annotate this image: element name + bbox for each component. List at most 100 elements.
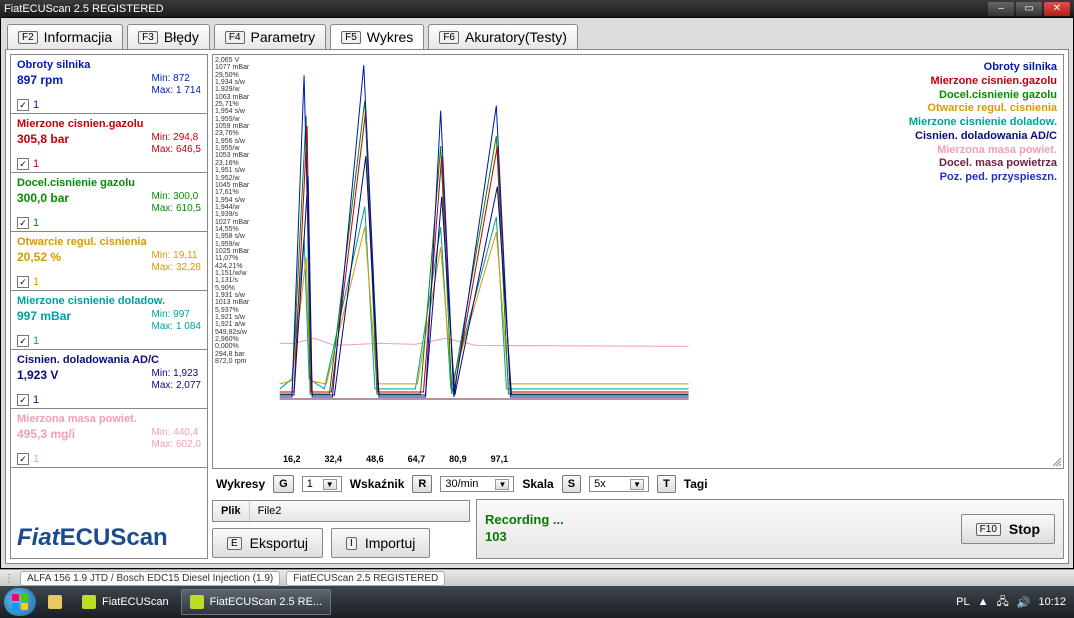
param-block[interactable]: Mierzona masa powiet. 495,3 mg/i Min: 44… xyxy=(11,409,207,468)
param-minmax: Min: 300,0Max: 610,5 xyxy=(152,191,201,215)
import-button[interactable]: IImportuj xyxy=(331,528,430,558)
param-checkbox[interactable]: ✓ xyxy=(17,394,29,406)
t-button[interactable]: T xyxy=(657,475,676,493)
param-minmax: Min: 872Max: 1 714 xyxy=(152,73,201,97)
param-index: 1 xyxy=(33,394,39,406)
param-index: 1 xyxy=(33,158,39,170)
system-tray: PL ▲ 🖧 🔊 10:12 xyxy=(956,593,1070,612)
tab-akuratory[interactable]: F6Akuratory(Testy) xyxy=(428,24,578,49)
recording-box: Recording ... 103 F10Stop xyxy=(476,499,1064,559)
status-menu-icon[interactable]: ⋮ xyxy=(4,573,14,584)
param-minmax: Min: 19,11Max: 32,28 xyxy=(152,250,201,274)
param-minmax: Min: 1,923Max: 2,077 xyxy=(152,368,201,392)
status-app[interactable]: FiatECUScan 2.5 REGISTERED xyxy=(286,571,445,586)
tray-volume-icon[interactable]: 🔊 xyxy=(1017,596,1031,609)
param-block[interactable]: Mierzone cisnienie doladow. 997 mBar Min… xyxy=(11,291,207,350)
param-block[interactable]: Mierzone cisnien.gazolu 305,8 bar Min: 2… xyxy=(11,114,207,173)
param-name: Mierzona masa powiet. xyxy=(17,413,201,425)
param-index: 1 xyxy=(33,453,39,465)
legend-item: Docel. masa powietrza xyxy=(909,157,1057,171)
tab-parametry[interactable]: F4Parametry xyxy=(214,24,326,49)
resize-handle-icon[interactable] xyxy=(1051,456,1063,468)
g-select[interactable]: 1▼ xyxy=(302,476,342,492)
status-vehicle[interactable]: ALFA 156 1.9 JTD / Bosch EDC15 Diesel In… xyxy=(20,571,280,586)
folder-icon xyxy=(48,595,62,609)
file-value[interactable]: File2 xyxy=(250,501,469,521)
recording-status: Recording ... 103 xyxy=(485,512,564,546)
g-button[interactable]: G xyxy=(273,475,294,493)
taskbar: FiatECUScan FiatECUScan 2.5 RE... PL ▲ 🖧… xyxy=(0,586,1074,618)
app-icon xyxy=(82,595,96,609)
close-button[interactable]: ✕ xyxy=(1044,2,1070,16)
status-bar: ⋮ ALFA 156 1.9 JTD / Bosch EDC15 Diesel … xyxy=(0,569,1074,586)
r-button[interactable]: R xyxy=(412,475,432,493)
param-index: 1 xyxy=(33,217,39,229)
app-frame: F2Informacjia F3Błędy F4Parametry F5Wykr… xyxy=(0,17,1074,569)
param-block[interactable]: Docel.cisnienie gazolu 300,0 bar Min: 30… xyxy=(11,173,207,232)
param-index: 1 xyxy=(33,99,39,111)
chevron-down-icon: ▼ xyxy=(630,479,644,490)
legend-item: Poz. ped. przyspieszn. xyxy=(909,171,1057,185)
wskaznik-label: Wskaźnik xyxy=(350,477,405,491)
param-checkbox[interactable]: ✓ xyxy=(17,335,29,347)
param-value: 20,52 % xyxy=(17,250,61,264)
param-checkbox[interactable]: ✓ xyxy=(17,453,29,465)
tray-lang[interactable]: PL xyxy=(956,596,969,608)
param-block[interactable]: Obroty silnika 897 rpm Min: 872Max: 1 71… xyxy=(11,55,207,114)
tab-informacjia[interactable]: F2Informacjia xyxy=(7,24,123,49)
param-name: Otwarcie regul. cisnienia xyxy=(17,236,201,248)
chevron-down-icon: ▼ xyxy=(323,479,337,490)
param-value: 305,8 bar xyxy=(17,132,69,146)
maximize-button[interactable]: ▭ xyxy=(1016,2,1042,16)
export-button[interactable]: EEksportuj xyxy=(212,528,323,558)
param-block[interactable]: Cisnien. doladowania AD/C 1,923 V Min: 1… xyxy=(11,350,207,409)
taskbar-app1[interactable]: FiatECUScan xyxy=(74,589,177,615)
param-minmax: Min: 294,8Max: 646,5 xyxy=(152,132,201,156)
param-name: Obroty silnika xyxy=(17,59,201,71)
window-title: FiatECUScan 2.5 REGISTERED xyxy=(4,3,164,15)
tab-wykres[interactable]: F5Wykres xyxy=(330,24,424,49)
legend-item: Otwarcie regul. cisnienia xyxy=(909,102,1057,116)
parameters-sidebar[interactable]: Obroty silnika 897 rpm Min: 872Max: 1 71… xyxy=(10,54,208,559)
file-label: Plik xyxy=(213,501,250,521)
app-icon xyxy=(190,595,204,609)
param-value: 997 mBar xyxy=(17,309,71,323)
s-button[interactable]: S xyxy=(562,475,581,493)
param-minmax: Min: 440,4Max: 602,0 xyxy=(152,427,201,451)
legend-item: Mierzone cisnienie doladow. xyxy=(909,116,1057,130)
param-value: 897 rpm xyxy=(17,73,63,87)
param-checkbox[interactable]: ✓ xyxy=(17,158,29,170)
stop-button[interactable]: F10Stop xyxy=(961,514,1055,544)
chart-area[interactable]: 2,065 V1077 mBar29,50%1,934 s/w1,929/w10… xyxy=(212,54,1064,469)
skala-label: Skala xyxy=(522,477,553,491)
tab-bar: F2Informacjia F3Błędy F4Parametry F5Wykr… xyxy=(5,22,1069,49)
param-name: Docel.cisnienie gazolu xyxy=(17,177,201,189)
chevron-down-icon: ▼ xyxy=(495,479,509,490)
start-button[interactable] xyxy=(4,588,36,616)
param-checkbox[interactable]: ✓ xyxy=(17,276,29,288)
tray-clock[interactable]: 10:12 xyxy=(1038,596,1066,608)
param-name: Cisnien. doladowania AD/C xyxy=(17,354,201,366)
param-checkbox[interactable]: ✓ xyxy=(17,99,29,111)
file-box: Plik File2 xyxy=(212,500,470,522)
param-value: 300,0 bar xyxy=(17,191,69,205)
param-value: 495,3 mg/i xyxy=(17,427,75,441)
legend-item: Cisnien. doladowania AD/C xyxy=(909,130,1057,144)
legend-item: Docel.cisnienie gazolu xyxy=(909,89,1057,103)
tab-bledy[interactable]: F3Błędy xyxy=(127,24,210,49)
legend-item: Obroty silnika xyxy=(909,61,1057,75)
param-checkbox[interactable]: ✓ xyxy=(17,217,29,229)
param-block[interactable]: Otwarcie regul. cisnienia 20,52 % Min: 1… xyxy=(11,232,207,291)
legend-item: Mierzone cisnien.gazolu xyxy=(909,75,1057,89)
tray-network-icon[interactable]: 🖧 xyxy=(997,593,1009,612)
app-logo: FiatECUScan xyxy=(11,518,207,558)
taskbar-explorer[interactable] xyxy=(40,589,70,615)
rate-select[interactable]: 30/min▼ xyxy=(440,476,514,492)
minimize-button[interactable]: – xyxy=(988,2,1014,16)
wykresy-label: Wykresy xyxy=(216,477,265,491)
taskbar-app2[interactable]: FiatECUScan 2.5 RE... xyxy=(181,589,332,615)
x-axis-labels: 16,232,448,664,780,997,1 xyxy=(283,454,508,464)
scale-select[interactable]: 5x▼ xyxy=(589,476,649,492)
tray-flag-icon[interactable]: ▲ xyxy=(978,596,989,608)
legend-item: Mierzona masa powiet. xyxy=(909,144,1057,158)
